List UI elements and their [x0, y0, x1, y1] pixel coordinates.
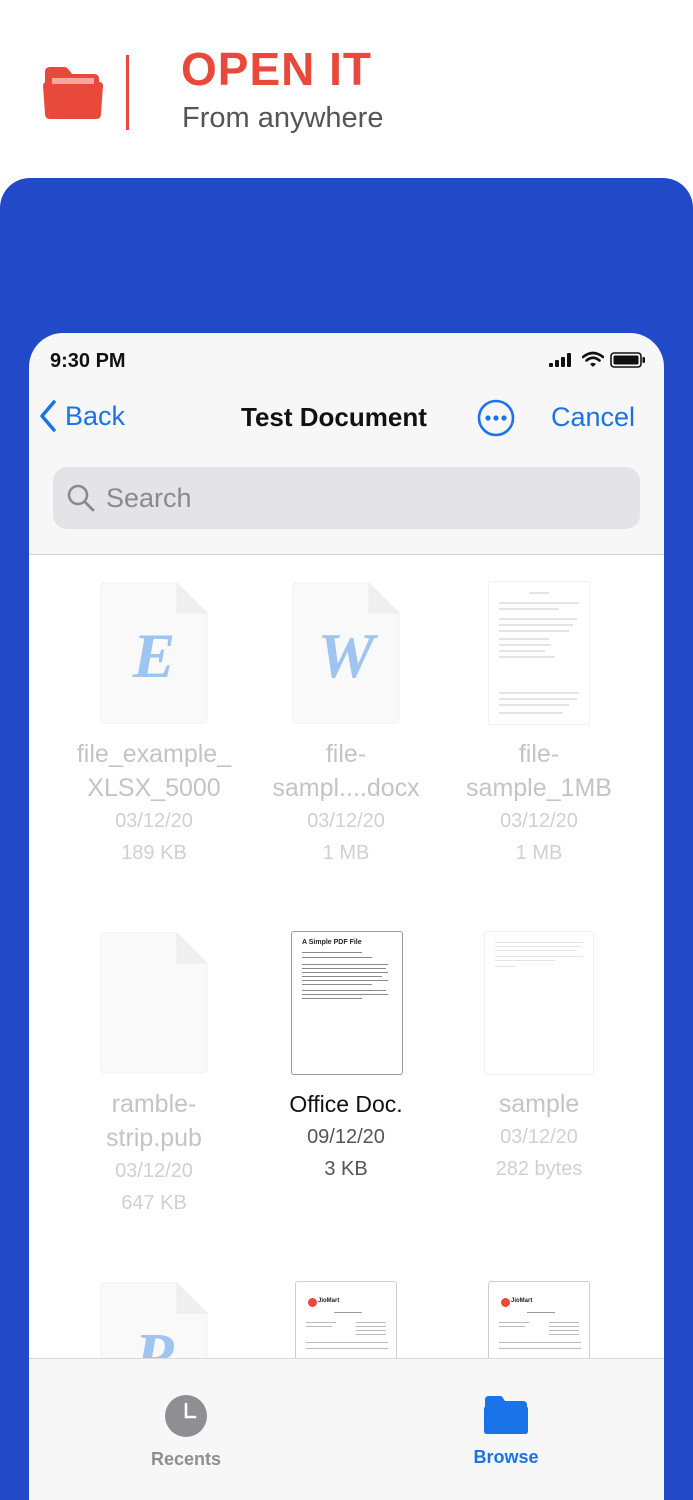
invoice-thumbnail-icon: JioMart	[291, 1281, 401, 1358]
file-size: 282 bytes	[495, 1158, 583, 1180]
file-item[interactable]: W file-sampl....docx 03/12/20 1 MB	[251, 581, 441, 869]
blank-file-icon	[99, 931, 209, 1075]
ellipsis-circle-icon[interactable]	[476, 398, 516, 438]
file-date: 03/12/20	[500, 1126, 578, 1148]
file-name: file-sampl....docx	[272, 740, 420, 802]
file-glyph: P	[134, 1320, 174, 1358]
back-label: Back	[65, 400, 126, 431]
promo-headline: OPEN IT	[181, 43, 373, 95]
pdf-thumbnail-icon: A Simple PDF File	[291, 931, 403, 1075]
file-glyph: W	[317, 620, 375, 691]
battery-icon	[610, 352, 645, 368]
promo-header: OPEN IT From anywhere	[0, 0, 693, 178]
file-item[interactable]: ramble-strip.pub 03/12/20 647 KB	[59, 931, 249, 1219]
file-date: 03/12/20	[307, 810, 385, 832]
clock-icon	[165, 1395, 207, 1437]
signal-icon	[549, 353, 571, 367]
tab-recents[interactable]: Recents	[126, 1394, 246, 1470]
file-item[interactable]: P	[59, 1281, 249, 1358]
file-name: sample	[498, 1090, 580, 1118]
document-thumbnail-icon	[484, 581, 594, 725]
phone-screen: 9:30 PM Back Test Document Cancel Search…	[29, 333, 664, 1500]
cancel-button[interactable]: Cancel	[551, 402, 635, 433]
promo-subline: From anywhere	[182, 102, 384, 134]
search-icon	[67, 484, 95, 512]
file-glyph: E	[132, 620, 176, 691]
excel-file-icon: E	[99, 581, 209, 725]
status-bar: 9:30 PM	[29, 333, 664, 385]
chevron-left-icon	[40, 400, 56, 432]
page-title: Test Document	[241, 402, 427, 432]
wifi-icon	[582, 351, 604, 367]
file-size: 1 MB	[515, 842, 563, 864]
file-name: Office Doc.	[289, 1091, 403, 1117]
thumb-title: A Simple PDF File	[302, 939, 362, 946]
tab-bar: Recents Browse	[29, 1358, 664, 1500]
file-item[interactable]: A Simple PDF File Office Doc. 09/12/20 3…	[251, 931, 441, 1185]
file-item[interactable]: JioMart	[251, 1281, 441, 1358]
text-thumbnail-icon	[484, 931, 594, 1075]
invoice-thumbnail-icon: JioMart	[484, 1281, 594, 1358]
status-time: 9:30 PM	[50, 350, 126, 372]
file-size: 1 MB	[322, 842, 370, 864]
back-button[interactable]: Back	[39, 397, 125, 435]
tab-browse[interactable]: Browse	[446, 1394, 566, 1468]
file-grid: E file_example_ XLSX_5000 03/12/20 189 KB…	[29, 555, 664, 1358]
search-bar[interactable]	[53, 467, 640, 529]
file-name: file_example_ XLSX_5000	[76, 740, 232, 802]
file-item[interactable]: file-sample_1MB 03/12/20 1 MB	[444, 581, 634, 869]
navigation-bar: Back Test Document Cancel	[29, 385, 664, 447]
file-date: 03/12/20	[500, 810, 578, 832]
file-date: 03/12/20	[115, 810, 193, 832]
folder-logo-icon	[43, 67, 103, 119]
tab-label: Browse	[473, 1447, 539, 1467]
file-item[interactable]: E file_example_ XLSX_5000 03/12/20 189 KB	[59, 581, 249, 869]
word-file-icon: W	[291, 581, 401, 725]
thumb-title: JioMart	[511, 1298, 533, 1304]
file-size: 3 KB	[324, 1158, 368, 1180]
promo-panel: 9:30 PM Back Test Document Cancel Search…	[0, 178, 693, 1500]
header-divider	[126, 55, 129, 130]
file-date: 09/12/20	[307, 1126, 385, 1148]
search-input[interactable]	[106, 482, 586, 514]
file-name: file-sample_1MB	[466, 740, 612, 802]
file-size: 189 KB	[121, 842, 187, 864]
file-date: 03/12/20	[115, 1160, 193, 1182]
publisher-file-icon: P	[99, 1281, 209, 1358]
tab-label: Recents	[150, 1449, 222, 1469]
thumb-title: JioMart	[318, 1298, 340, 1304]
file-item[interactable]: JioMart	[444, 1281, 634, 1358]
file-size: 647 KB	[121, 1192, 187, 1214]
file-name: ramble-strip.pub	[106, 1090, 202, 1152]
file-item[interactable]: sample 03/12/20 282 bytes	[444, 931, 634, 1185]
folder-icon	[484, 1396, 528, 1434]
